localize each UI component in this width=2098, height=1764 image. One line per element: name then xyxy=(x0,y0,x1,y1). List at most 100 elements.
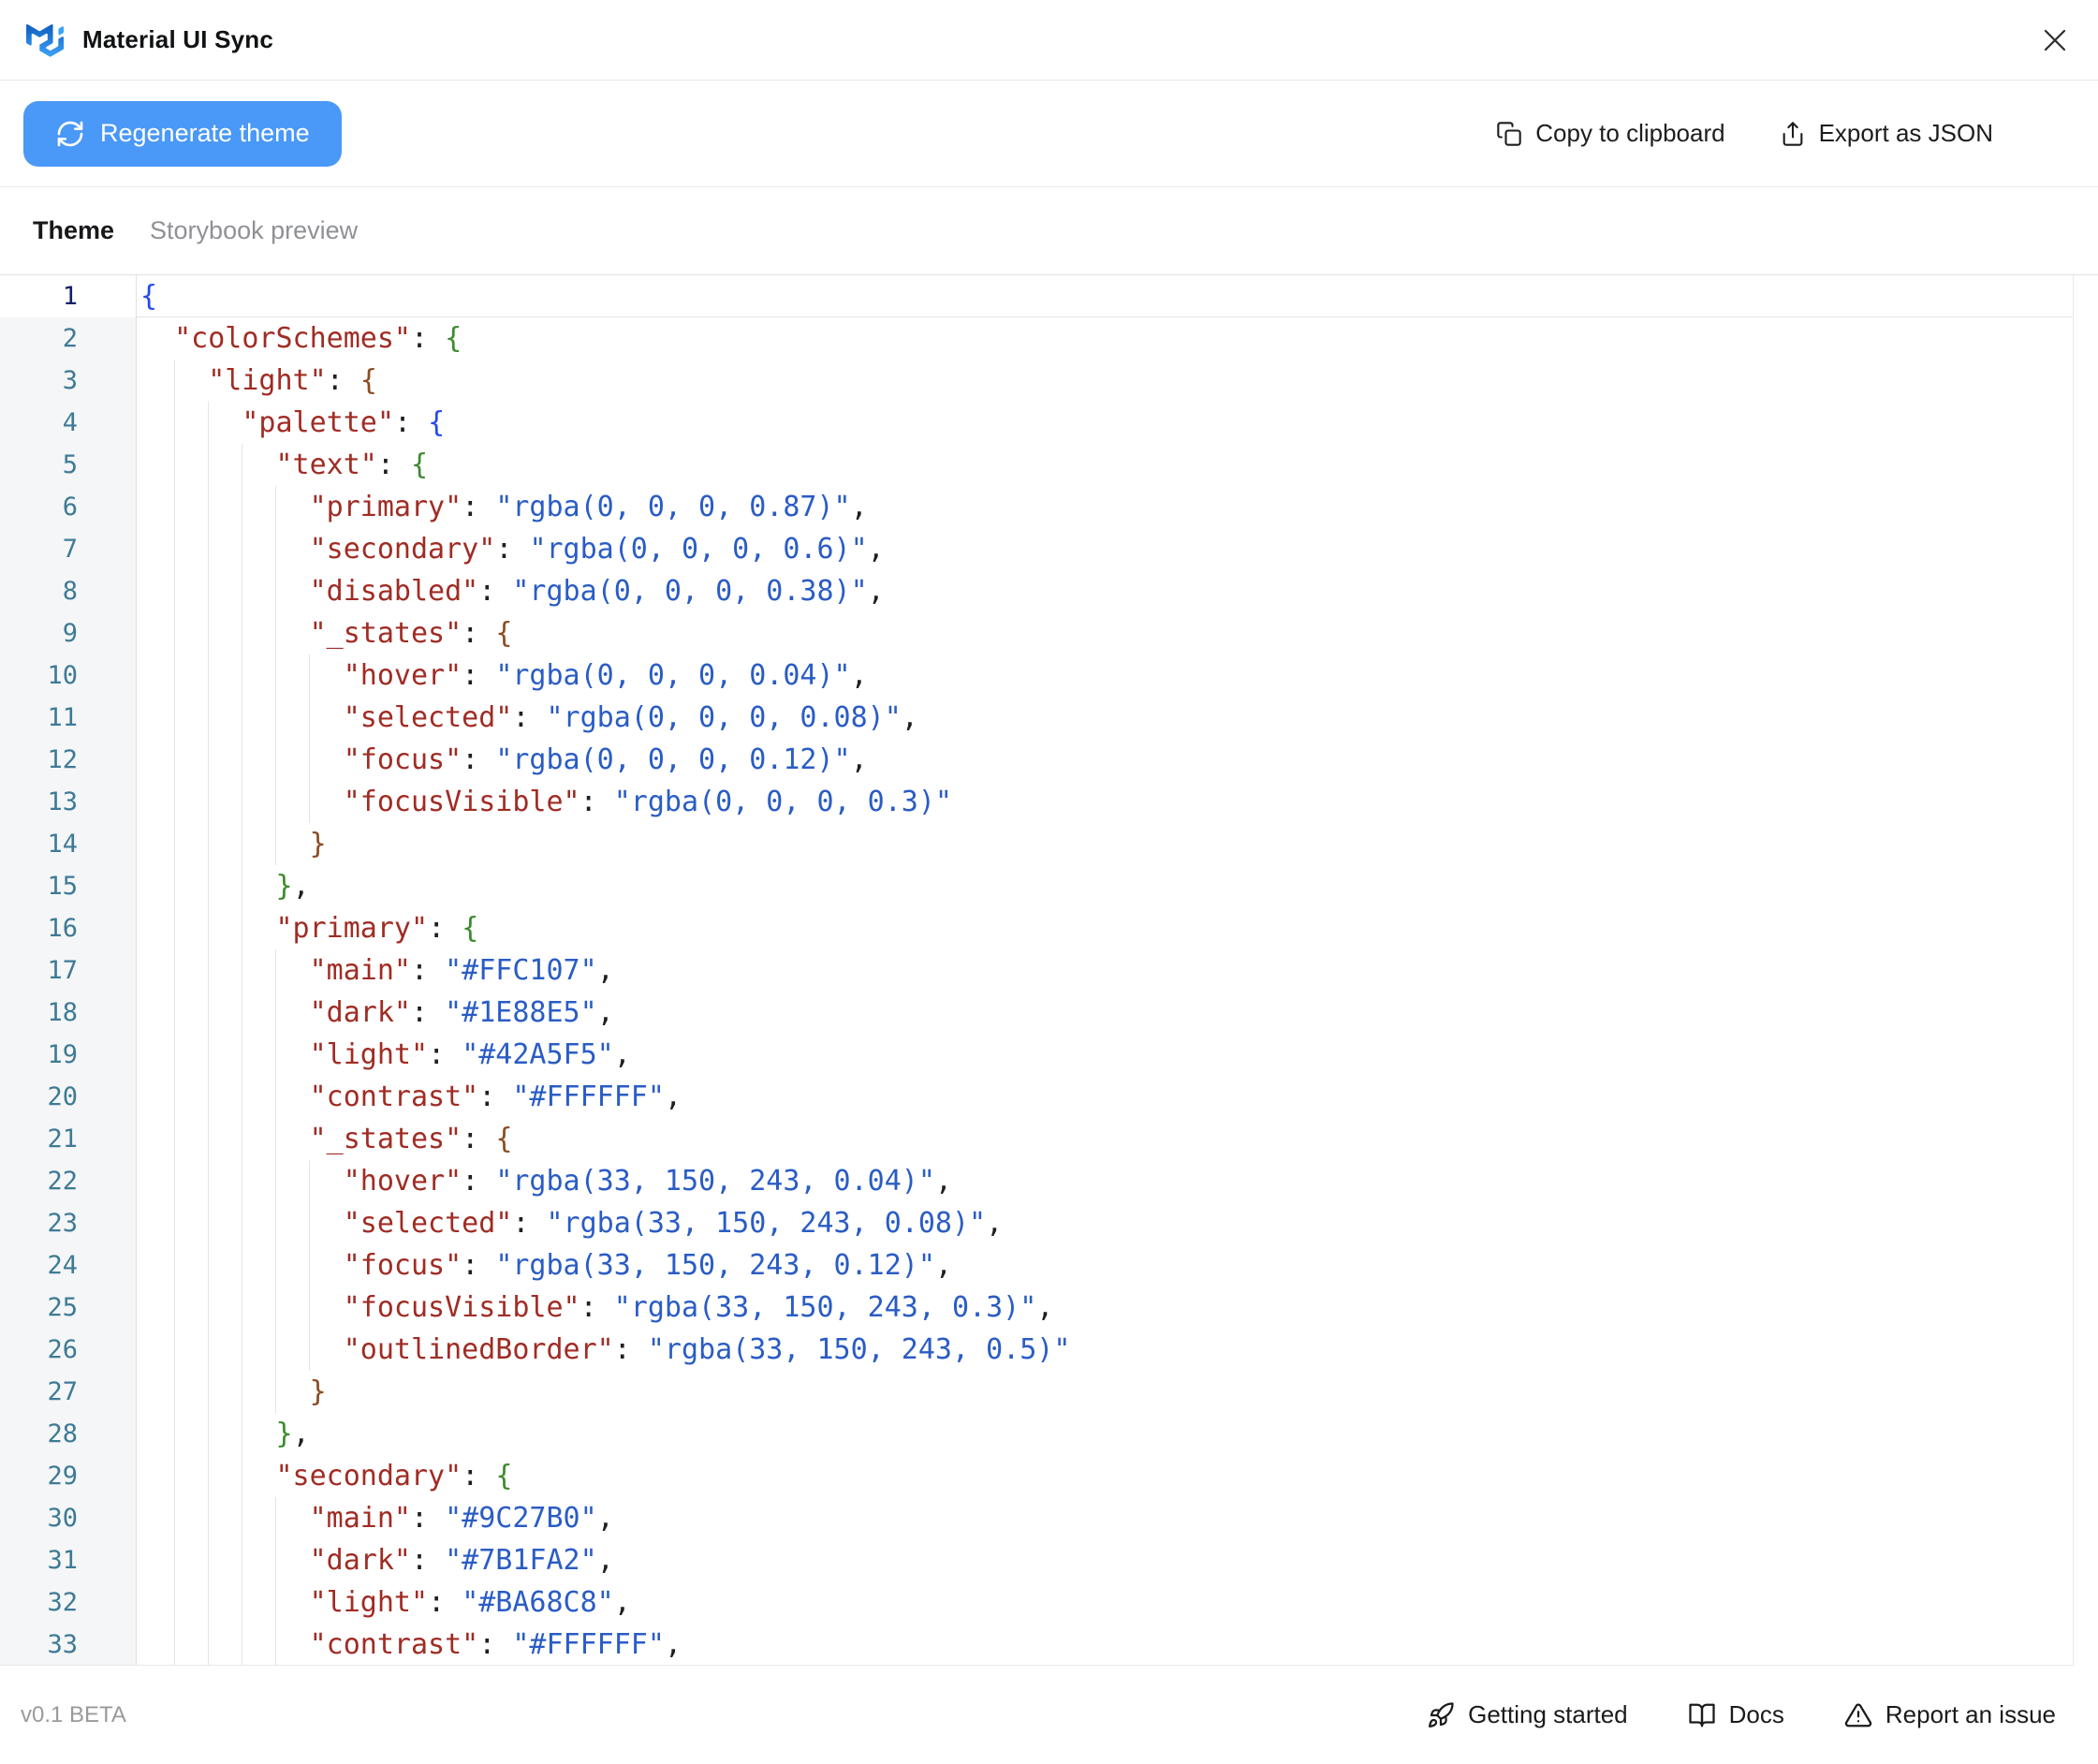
book-icon xyxy=(1688,1701,1716,1729)
regenerate-theme-label: Regenerate theme xyxy=(100,119,310,148)
line-number: 25 xyxy=(0,1286,136,1329)
line-number: 8 xyxy=(0,570,136,612)
code-line: "dark": "#1E88E5", xyxy=(137,992,2073,1034)
indent-guide xyxy=(208,697,209,739)
indent-guide xyxy=(208,444,209,486)
code-line: "secondary": "rgba(0, 0, 0, 0.6)", xyxy=(137,528,2073,570)
indent-guide xyxy=(208,992,209,1034)
indent-guide xyxy=(174,1581,175,1624)
report-issue-link[interactable]: Report an issue xyxy=(1844,1700,2056,1729)
tab-bar: Theme Storybook preview xyxy=(0,187,2098,275)
header: Material UI Sync xyxy=(0,0,2098,81)
code-content: { "colorSchemes": { "light": { "palette"… xyxy=(137,275,2073,1665)
line-number: 26 xyxy=(0,1329,136,1371)
close-button[interactable] xyxy=(2038,23,2072,57)
line-number: 6 xyxy=(0,486,136,528)
footer: v0.1 BETA Getting started Docs xyxy=(0,1666,2098,1764)
indent-guide xyxy=(275,992,276,1034)
code-line: "selected": "rgba(33, 150, 243, 0.08)", xyxy=(137,1202,2073,1244)
indent-guide xyxy=(208,823,209,865)
code-line: "contrast": "#FFFFFF", xyxy=(137,1076,2073,1118)
indent-guide xyxy=(174,1034,175,1076)
report-issue-label: Report an issue xyxy=(1885,1700,2056,1729)
copy-to-clipboard-label: Copy to clipboard xyxy=(1535,119,1724,148)
indent-guide xyxy=(208,612,209,654)
indent-guide xyxy=(174,1539,175,1581)
indent-guide xyxy=(275,612,276,654)
indent-guide xyxy=(174,1118,175,1160)
indent-guide xyxy=(275,1076,276,1118)
indent-guide xyxy=(309,781,310,823)
line-number: 28 xyxy=(0,1413,136,1455)
close-icon xyxy=(2041,26,2069,54)
line-number: 29 xyxy=(0,1455,136,1497)
line-number: 4 xyxy=(0,402,136,444)
code-line: "contrast": "#FFFFFF", xyxy=(137,1624,2073,1666)
export-as-json-button[interactable]: Export as JSON xyxy=(1780,119,1993,148)
footer-links: Getting started Docs Report an issue xyxy=(1427,1700,2056,1729)
indent-guide xyxy=(275,949,276,992)
line-number: 20 xyxy=(0,1076,136,1118)
indent-guide xyxy=(275,1160,276,1202)
code-line: "dark": "#7B1FA2", xyxy=(137,1539,2073,1581)
indent-guide xyxy=(208,1624,209,1666)
indent-guide xyxy=(275,570,276,612)
code-line: "_states": { xyxy=(137,612,2073,654)
indent-guide xyxy=(309,739,310,781)
code-line: "focus": "rgba(33, 150, 243, 0.12)", xyxy=(137,1244,2073,1286)
indent-guide xyxy=(275,1539,276,1581)
line-number: 24 xyxy=(0,1244,136,1286)
line-number: 12 xyxy=(0,739,136,781)
line-number: 18 xyxy=(0,992,136,1034)
tab-storybook-preview[interactable]: Storybook preview xyxy=(150,216,358,245)
regenerate-theme-button[interactable]: Regenerate theme xyxy=(23,101,342,167)
code-line: "hover": "rgba(33, 150, 243, 0.04)", xyxy=(137,1160,2073,1202)
line-number: 23 xyxy=(0,1202,136,1244)
getting-started-link[interactable]: Getting started xyxy=(1427,1700,1628,1729)
line-number: 10 xyxy=(0,654,136,697)
line-number: 1 xyxy=(0,275,136,317)
plugin-title: Material UI Sync xyxy=(82,25,273,54)
indent-guide xyxy=(208,654,209,697)
indent-guide xyxy=(208,1118,209,1160)
indent-guide xyxy=(208,1329,209,1371)
export-icon xyxy=(1780,121,1806,147)
line-number: 13 xyxy=(0,781,136,823)
indent-guide xyxy=(275,781,276,823)
indent-guide xyxy=(208,781,209,823)
indent-guide xyxy=(174,1329,175,1371)
line-number: 31 xyxy=(0,1539,136,1581)
indent-guide xyxy=(208,1244,209,1286)
indent-guide xyxy=(208,907,209,949)
warning-icon xyxy=(1844,1701,1872,1729)
line-number: 15 xyxy=(0,865,136,907)
code-line: } xyxy=(137,823,2073,865)
docs-link[interactable]: Docs xyxy=(1688,1700,1784,1729)
indent-guide xyxy=(309,1202,310,1244)
indent-guide xyxy=(208,1202,209,1244)
code-line: "text": { xyxy=(137,444,2073,486)
indent-guide xyxy=(309,1244,310,1286)
line-number: 5 xyxy=(0,444,136,486)
code-line: "palette": { xyxy=(137,402,2073,444)
indent-guide xyxy=(275,1034,276,1076)
indent-guide xyxy=(174,570,175,612)
code-line: "outlinedBorder": "rgba(33, 150, 243, 0.… xyxy=(137,1329,2073,1371)
theme-code-editor[interactable]: 1234567891011121314151617181920212223242… xyxy=(0,275,2074,1666)
indent-guide xyxy=(275,1329,276,1371)
copy-to-clipboard-button[interactable]: Copy to clipboard xyxy=(1496,119,1724,148)
indent-guide xyxy=(174,739,175,781)
indent-guide xyxy=(174,402,175,444)
export-as-json-label: Export as JSON xyxy=(1819,119,1993,148)
indent-guide xyxy=(174,865,175,907)
tab-theme[interactable]: Theme xyxy=(33,216,114,245)
indent-guide xyxy=(174,949,175,992)
code-line: "main": "#FFC107", xyxy=(137,949,2073,992)
code-line: "hover": "rgba(0, 0, 0, 0.04)", xyxy=(137,654,2073,697)
indent-guide xyxy=(208,865,209,907)
line-number: 19 xyxy=(0,1034,136,1076)
indent-guide xyxy=(174,1497,175,1539)
line-number: 27 xyxy=(0,1371,136,1413)
indent-guide xyxy=(174,697,175,739)
code-line: } xyxy=(137,1371,2073,1413)
